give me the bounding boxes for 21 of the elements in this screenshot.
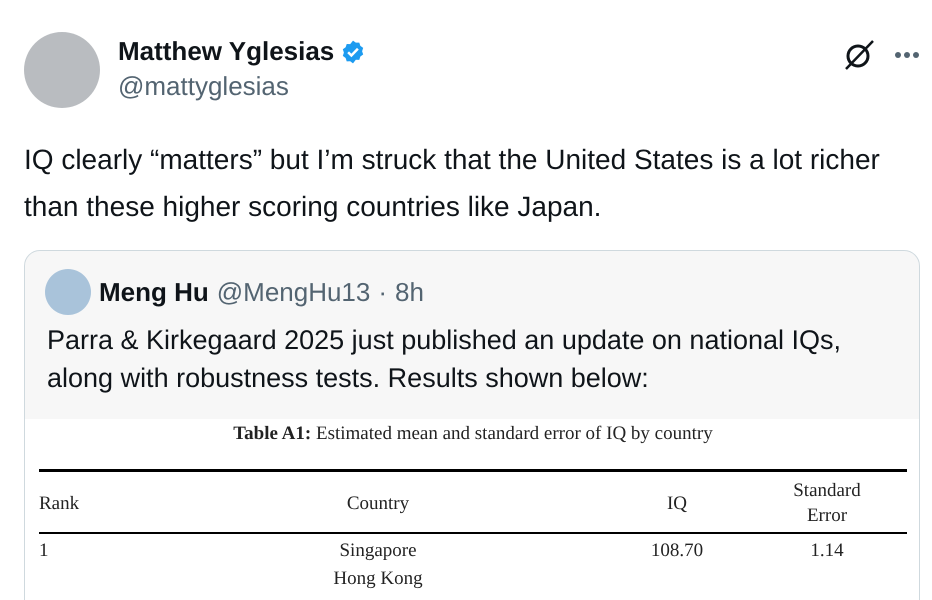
table-caption: Table A1: Estimated mean and standard error of IQ by country: [232, 423, 714, 445]
column-header: IQ: [607, 470, 747, 533]
table-cell: Singapore: [339, 540, 417, 561]
author-name[interactable]: Matthew Yglesias: [118, 36, 334, 67]
table-cell: 108.70: [650, 540, 704, 561]
quoted-tweet-text: Parra & Kirkegaard 2025 just published an update on national IQs, along with robustness tests. Results shown below:: [46, 324, 842, 395]
more-options-icon[interactable]: [894, 51, 920, 59]
column-header: Country: [149, 470, 607, 533]
column-header: Standard Error: [747, 470, 907, 533]
table-cell: 1: [39, 540, 48, 561]
quoted-author-name[interactable]: Meng Hu: [99, 276, 209, 308]
tweet-text: IQ clearly “matters” but I’m struck that the United States is a lot richer than these higher scoring countries like Japan.: [24, 143, 881, 224]
table-cell: 1.14: [810, 540, 844, 561]
quoted-author-handle[interactable]: @MengHu13: [216, 276, 370, 308]
slashed-circle-icon[interactable]: [842, 38, 876, 72]
timestamp[interactable]: 8h: [395, 276, 424, 308]
table-cell: Hong Kong: [333, 568, 423, 589]
author-handle[interactable]: @mattyglesias: [118, 71, 824, 102]
quoted-tweet-card[interactable]: [24, 250, 920, 600]
separator-dot: ·: [378, 276, 388, 308]
column-header: Rank: [39, 470, 149, 533]
